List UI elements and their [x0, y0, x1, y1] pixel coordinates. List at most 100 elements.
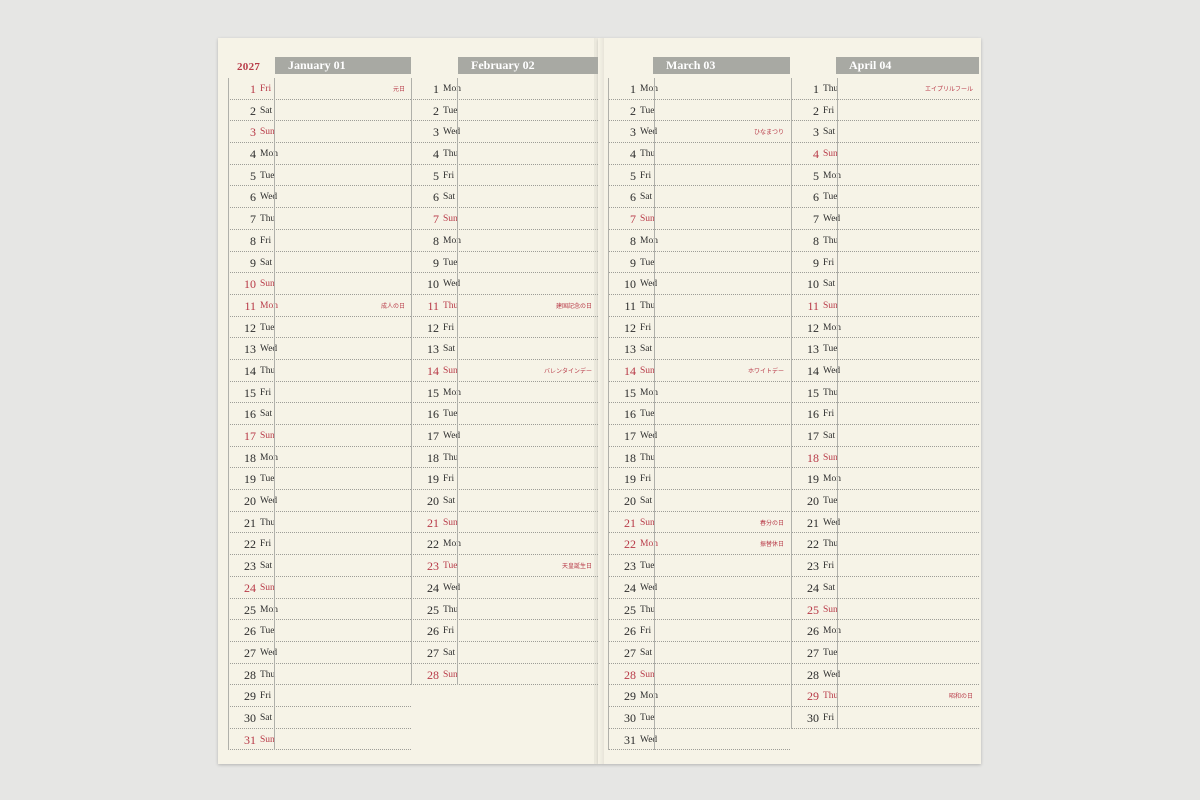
- day-row[interactable]: 29 Fri: [228, 685, 411, 707]
- day-row[interactable]: 19 Fri: [411, 468, 598, 491]
- day-row[interactable]: 17 Wed: [608, 425, 790, 447]
- day-row[interactable]: 22 Thu: [791, 533, 979, 556]
- day-row[interactable]: 13 Sat: [608, 338, 790, 360]
- day-row[interactable]: 18 Thu: [608, 447, 790, 469]
- day-row[interactable]: 23 Tue: [608, 555, 790, 577]
- day-row[interactable]: 13 Wed: [228, 338, 411, 360]
- day-row[interactable]: 8 Thu: [791, 230, 979, 252]
- day-row[interactable]: 28 Sun: [411, 664, 598, 686]
- day-row[interactable]: 2 Sat: [228, 100, 411, 122]
- day-row[interactable]: 21 Sun 春分の日: [608, 512, 790, 534]
- day-row[interactable]: 20 Sat: [608, 490, 790, 512]
- day-row[interactable]: 8 Mon: [608, 230, 790, 252]
- day-row[interactable]: 10 Sun: [228, 273, 411, 295]
- day-row[interactable]: 6 Sat: [608, 186, 790, 209]
- day-row[interactable]: 22 Mon: [411, 533, 598, 556]
- day-row[interactable]: 3 Wed: [411, 121, 598, 144]
- day-row[interactable]: 16 Tue: [411, 403, 598, 425]
- day-row[interactable]: 8 Fri: [228, 230, 411, 252]
- day-row[interactable]: 16 Sat: [228, 403, 411, 425]
- day-row[interactable]: 8 Mon: [411, 230, 598, 252]
- day-row[interactable]: 26 Fri: [411, 620, 598, 642]
- day-row[interactable]: 27 Tue: [791, 642, 979, 664]
- day-row[interactable]: 2 Tue: [411, 100, 598, 122]
- day-row[interactable]: 31 Wed: [608, 729, 790, 751]
- day-row[interactable]: 17 Sat: [791, 425, 979, 447]
- day-row[interactable]: 5 Tue: [228, 165, 411, 187]
- day-row[interactable]: 16 Fri: [791, 403, 979, 425]
- day-row[interactable]: 12 Fri: [411, 317, 598, 339]
- day-row[interactable]: 1 Mon: [411, 78, 598, 100]
- day-row[interactable]: 30 Sat: [228, 707, 411, 729]
- day-row[interactable]: 11 Thu 建国記念の日: [411, 295, 598, 317]
- day-row[interactable]: 10 Wed: [608, 273, 790, 295]
- day-row[interactable]: 15 Mon: [411, 382, 598, 404]
- day-row[interactable]: 23 Fri: [791, 555, 979, 577]
- day-row[interactable]: 21 Thu: [228, 512, 411, 534]
- day-row[interactable]: 25 Sun: [791, 599, 979, 621]
- day-row[interactable]: 20 Wed: [228, 490, 411, 512]
- day-row[interactable]: 24 Wed: [608, 577, 790, 599]
- day-row[interactable]: 22 Fri: [228, 533, 411, 556]
- day-row[interactable]: 28 Thu: [228, 664, 411, 686]
- day-row[interactable]: 15 Mon: [608, 382, 790, 404]
- day-row[interactable]: 24 Wed: [411, 577, 598, 599]
- day-row[interactable]: 3 Wed ひなまつり: [608, 121, 790, 144]
- day-row[interactable]: 12 Tue: [228, 317, 411, 339]
- day-row[interactable]: 25 Mon: [228, 599, 411, 621]
- day-row[interactable]: 4 Thu: [608, 143, 790, 165]
- day-row[interactable]: 16 Tue: [608, 403, 790, 425]
- day-row[interactable]: 12 Mon: [791, 317, 979, 339]
- day-row[interactable]: 9 Fri: [791, 252, 979, 274]
- day-row[interactable]: 19 Mon: [791, 468, 979, 491]
- day-row[interactable]: 18 Thu: [411, 447, 598, 469]
- day-row[interactable]: 25 Thu: [411, 599, 598, 621]
- day-row[interactable]: 20 Tue: [791, 490, 979, 512]
- day-row[interactable]: 10 Sat: [791, 273, 979, 295]
- day-row[interactable]: 17 Wed: [411, 425, 598, 447]
- day-row[interactable]: 9 Sat: [228, 252, 411, 274]
- day-row[interactable]: 1 Thu エイプリルフール: [791, 78, 979, 100]
- day-row[interactable]: 15 Fri: [228, 382, 411, 404]
- day-row[interactable]: 18 Mon: [228, 447, 411, 469]
- day-row[interactable]: 20 Sat: [411, 490, 598, 512]
- day-row[interactable]: 29 Thu 昭和の日: [791, 685, 979, 707]
- day-row[interactable]: 22 Mon 振替休日: [608, 533, 790, 556]
- day-row[interactable]: 27 Sat: [608, 642, 790, 664]
- day-row[interactable]: 4 Thu: [411, 143, 598, 165]
- day-row[interactable]: 24 Sun: [228, 577, 411, 599]
- day-row[interactable]: 7 Thu: [228, 208, 411, 230]
- day-row[interactable]: 26 Mon: [791, 620, 979, 642]
- day-row[interactable]: 13 Tue: [791, 338, 979, 360]
- day-row[interactable]: 27 Sat: [411, 642, 598, 664]
- day-row[interactable]: 12 Fri: [608, 317, 790, 339]
- day-row[interactable]: 31 Sun: [228, 729, 411, 751]
- day-row[interactable]: 21 Wed: [791, 512, 979, 534]
- day-row[interactable]: 3 Sun: [228, 121, 411, 144]
- day-row[interactable]: 3 Sat: [791, 121, 979, 144]
- day-row[interactable]: 14 Sun ホワイトデー: [608, 360, 790, 382]
- day-row[interactable]: 21 Sun: [411, 512, 598, 534]
- day-row[interactable]: 25 Thu: [608, 599, 790, 621]
- day-row[interactable]: 2 Fri: [791, 100, 979, 122]
- day-row[interactable]: 13 Sat: [411, 338, 598, 360]
- day-row[interactable]: 11 Mon 成人の日: [228, 295, 411, 317]
- day-row[interactable]: 14 Sun バレンタインデー: [411, 360, 598, 382]
- day-row[interactable]: 7 Sun: [411, 208, 598, 230]
- day-row[interactable]: 7 Wed: [791, 208, 979, 230]
- day-row[interactable]: 30 Tue: [608, 707, 790, 729]
- day-row[interactable]: 5 Fri: [608, 165, 790, 187]
- day-row[interactable]: 9 Tue: [411, 252, 598, 274]
- day-row[interactable]: 9 Tue: [608, 252, 790, 274]
- day-row[interactable]: 28 Wed: [791, 664, 979, 686]
- day-row[interactable]: 6 Sat: [411, 186, 598, 209]
- day-row[interactable]: 6 Wed: [228, 186, 411, 209]
- day-row[interactable]: 10 Wed: [411, 273, 598, 295]
- day-row[interactable]: 14 Wed: [791, 360, 979, 382]
- day-row[interactable]: 23 Tue 天皇誕生日: [411, 555, 598, 577]
- day-row[interactable]: 18 Sun: [791, 447, 979, 469]
- day-row[interactable]: 23 Sat: [228, 555, 411, 577]
- day-row[interactable]: 26 Fri: [608, 620, 790, 642]
- day-row[interactable]: 4 Mon: [228, 143, 411, 165]
- day-row[interactable]: 27 Wed: [228, 642, 411, 664]
